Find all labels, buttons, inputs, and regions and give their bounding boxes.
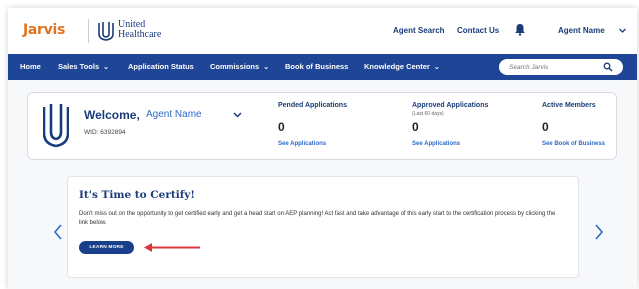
- chevron-down-icon[interactable]: [618, 26, 627, 35]
- certify-card: It's Time to Certify! Don't miss out on …: [67, 176, 579, 278]
- stat-active-members-label: Active Members: [542, 102, 596, 109]
- nav-item-sales-tools[interactable]: Sales Tools ⌄: [58, 62, 109, 71]
- unitedhealthcare-logo-icon: [43, 104, 69, 147]
- nav-label: Application Status: [128, 62, 194, 71]
- stat-active-members-value: 0: [542, 120, 549, 134]
- welcome-card: Welcome, Agent Name WID: 6392894 Pended …: [27, 92, 617, 160]
- agent-search-link[interactable]: Agent Search: [393, 26, 445, 35]
- brand-text: United Healthcare: [118, 20, 161, 40]
- nav-label: Knowledge Center: [364, 62, 430, 71]
- logo-divider: [88, 19, 89, 43]
- search-icon[interactable]: [603, 62, 613, 72]
- see-book-of-business-link[interactable]: See Book of Business: [542, 141, 605, 147]
- app-window: Jarvis United Healthcare Agent Search Co…: [8, 8, 637, 289]
- red-arrow-annotation: [144, 243, 200, 252]
- nav-label: Book of Business: [285, 62, 349, 71]
- stat-approved-value: 0: [412, 120, 419, 134]
- see-approved-applications-link[interactable]: See Applications: [412, 141, 460, 147]
- contact-us-link[interactable]: Contact Us: [457, 26, 499, 35]
- agent-name-menu[interactable]: Agent Name: [558, 26, 605, 35]
- certify-title: It's Time to Certify!: [79, 189, 195, 201]
- learn-more-button[interactable]: LEARN MORE: [79, 241, 134, 254]
- chevron-down-icon: ⌄: [103, 64, 110, 71]
- unitedhealthcare-logo-icon: [98, 22, 114, 41]
- welcome-title: Welcome,: [84, 108, 140, 122]
- nav-item-application-status[interactable]: Application Status: [128, 62, 194, 71]
- nav-label: Commissions: [210, 62, 260, 71]
- search-input[interactable]: [509, 61, 599, 73]
- main-nav: Home Sales Tools ⌄ Application Status Com…: [8, 54, 637, 80]
- stat-pended-value: 0: [278, 120, 285, 134]
- stat-pended-label: Pended Applications: [278, 102, 347, 109]
- brand-line-2: Healthcare: [118, 29, 162, 40]
- chevron-down-icon: ⌄: [263, 64, 270, 71]
- carousel-prev-icon[interactable]: [53, 223, 63, 241]
- stat-approved-sub: (Last 60 days): [412, 111, 444, 117]
- chevron-down-icon[interactable]: [233, 111, 242, 119]
- nav-label: Home: [20, 62, 41, 71]
- see-pended-applications-link[interactable]: See Applications: [278, 141, 326, 147]
- stat-approved-label: Approved Applications: [412, 102, 489, 109]
- chevron-down-icon: ⌄: [433, 64, 440, 71]
- nav-label: Sales Tools: [58, 62, 100, 71]
- nav-item-book-of-business[interactable]: Book of Business: [285, 62, 348, 71]
- nav-item-knowledge-center[interactable]: Knowledge Center ⌄: [364, 62, 440, 71]
- welcome-agent-name[interactable]: Agent Name: [146, 109, 202, 120]
- top-header: Jarvis United Healthcare Agent Search Co…: [8, 8, 637, 54]
- bell-icon[interactable]: [514, 23, 526, 36]
- nav-item-home[interactable]: Home: [20, 62, 41, 71]
- search-box: [499, 59, 623, 75]
- jarvis-logo[interactable]: Jarvis: [23, 22, 65, 38]
- carousel-next-icon[interactable]: [594, 223, 604, 241]
- certify-body: Don't miss out on the opportunity to get…: [79, 211, 556, 226]
- writing-id: WID: 6392894: [84, 129, 126, 136]
- nav-item-commissions[interactable]: Commissions ⌄: [210, 62, 269, 71]
